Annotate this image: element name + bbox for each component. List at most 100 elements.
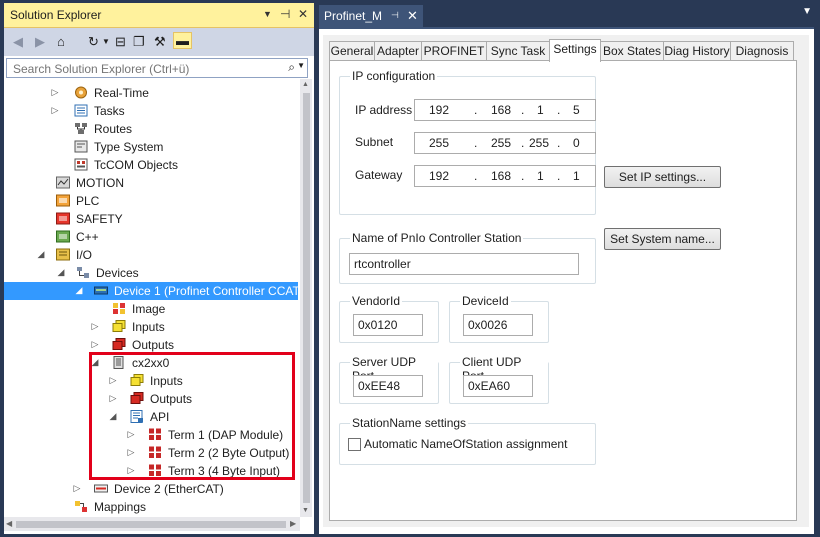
vertical-scrollbar[interactable]: ▲ ▼: [300, 79, 312, 517]
sync-icon[interactable]: ↻: [88, 34, 99, 50]
tab-diag-history[interactable]: Diag History: [663, 41, 731, 61]
tree-item-plc[interactable]: PLC: [4, 192, 298, 210]
tab-profinet[interactable]: PROFINET: [421, 41, 487, 61]
document-tab-title: Profinet_M: [324, 9, 383, 23]
image-icon: [113, 303, 125, 314]
tree-item-io[interactable]: ◢ I/O: [4, 246, 298, 264]
set-ip-settings-button[interactable]: Set IP settings...: [604, 166, 721, 188]
ip-octet: 1: [537, 169, 544, 183]
tab-general[interactable]: General: [329, 41, 375, 61]
pin-icon[interactable]: ⊣: [280, 7, 290, 21]
ip-octet: 255: [529, 136, 550, 150]
tab-diagnosis[interactable]: Diagnosis: [730, 41, 794, 61]
tab-box-states[interactable]: Box States: [600, 41, 664, 61]
scroll-down-icon[interactable]: ▼: [302, 507, 309, 514]
client-udp-port-field[interactable]: 0xEA60: [463, 375, 533, 397]
dropdown-icon[interactable]: ▼: [263, 9, 272, 19]
expand-arrow-icon[interactable]: ▷: [50, 87, 60, 98]
auto-name-checkbox[interactable]: [348, 438, 361, 451]
tab-sync-task[interactable]: Sync Task: [486, 41, 550, 61]
tasks-icon: [74, 104, 88, 117]
device-id-field[interactable]: 0x0026: [463, 314, 533, 336]
tree-item-cpp[interactable]: C++: [4, 228, 298, 246]
close-icon[interactable]: ✕: [298, 7, 308, 21]
horizontal-scrollbar[interactable]: ◀ ▶: [4, 517, 300, 531]
vertical-scroll-thumb[interactable]: [303, 93, 310, 503]
tccom-objects-icon: [74, 158, 88, 171]
ip-octet: 255: [429, 136, 450, 150]
expand-arrow-icon[interactable]: ▷: [90, 321, 100, 332]
ip-octet: 5: [573, 103, 580, 117]
tree-item-mappings[interactable]: Mappings: [4, 498, 298, 516]
client-udp-port-group: Client UDP Port 0xEA60: [449, 355, 549, 404]
collapse-arrow-icon[interactable]: ◢: [36, 249, 46, 260]
horizontal-scroll-thumb[interactable]: [16, 521, 286, 528]
tree-item-tccom-objects[interactable]: TcCOM Objects: [4, 156, 298, 174]
document-tab[interactable]: Profinet_M ⊣ ✕: [319, 5, 423, 27]
expand-arrow-icon[interactable]: ▷: [50, 105, 60, 116]
tree-item-label: Real-Time: [94, 86, 149, 100]
outputs-icon: [112, 338, 126, 350]
sync-dropdown-icon[interactable]: ▼: [102, 37, 110, 46]
tree-item-image[interactable]: Image: [4, 300, 298, 318]
motion-icon: [56, 176, 70, 189]
expand-arrow-icon[interactable]: ▷: [72, 483, 82, 494]
show-all-files-icon[interactable]: ❐: [133, 34, 145, 50]
mappings-icon: [75, 501, 87, 512]
solution-explorer-titlebar: Solution Explorer ▼ ⊣ ✕: [4, 3, 314, 28]
back-icon[interactable]: ◀: [13, 34, 23, 50]
tree-item-tasks[interactable]: ▷ Tasks: [4, 102, 298, 120]
tree-item-device-2[interactable]: ▷ Device 2 (EtherCAT): [4, 480, 298, 498]
ip-configuration-title: IP configuration: [350, 69, 438, 83]
home-icon[interactable]: ⌂: [57, 34, 65, 49]
expand-arrow-icon[interactable]: ▷: [90, 339, 100, 350]
subnet-field[interactable]: 255 . 255 . 255 . 0: [414, 132, 596, 154]
ip-octet: 168: [491, 103, 512, 117]
tree-item-device-1[interactable]: ◢ Device 1 (Profinet Controller CCAT): [4, 282, 298, 300]
device-id-title: DeviceId: [460, 294, 511, 308]
set-system-name-button[interactable]: Set System name...: [604, 228, 721, 250]
collapse-all-icon[interactable]: ⊟: [115, 34, 126, 50]
ip-octet: 192: [429, 103, 450, 117]
tab-settings[interactable]: Settings: [549, 39, 601, 62]
tree-item-devices[interactable]: ◢ Devices: [4, 264, 298, 282]
document-menu-icon[interactable]: ▼: [802, 6, 812, 17]
cpp-icon: [56, 230, 70, 243]
document-panel: General Adapter PROFINET Sync Task Setti…: [319, 27, 814, 534]
search-icon[interactable]: ⌕: [288, 60, 295, 75]
properties-icon[interactable]: ⚒: [154, 34, 166, 50]
forward-icon[interactable]: ▶: [35, 34, 45, 50]
tree-item-type-system[interactable]: Type System: [4, 138, 298, 156]
server-udp-port-field[interactable]: 0xEE48: [353, 375, 423, 397]
routes-icon: [75, 123, 87, 134]
tree-item-motion[interactable]: MOTION: [4, 174, 298, 192]
station-name-group: Name of PnIo Controller Station rtcontro…: [339, 231, 596, 284]
pin-icon[interactable]: ⊣: [391, 10, 399, 21]
settings-tab-page: IP configuration IP address 192 . 168 . …: [329, 60, 797, 521]
ip-address-field[interactable]: 192 . 168 . 1 . 5: [414, 99, 596, 121]
ip-octet: 255: [491, 136, 512, 150]
tab-adapter[interactable]: Adapter: [374, 41, 422, 61]
search-options-icon[interactable]: ▼: [297, 61, 305, 70]
tree-item-safety[interactable]: SAFETY: [4, 210, 298, 228]
scroll-up-icon[interactable]: ▲: [302, 81, 309, 88]
station-name-input[interactable]: rtcontroller: [349, 253, 579, 275]
safety-icon: [56, 212, 70, 225]
gateway-field[interactable]: 192 . 168 . 1 . 1: [414, 165, 596, 187]
vendor-id-group: VendorId 0x0120: [339, 294, 439, 343]
scroll-right-icon[interactable]: ▶: [290, 519, 296, 528]
preview-icon[interactable]: ▬: [173, 32, 192, 49]
collapse-arrow-icon[interactable]: ◢: [74, 285, 84, 296]
gateway-label: Gateway: [355, 168, 403, 182]
solution-explorer-title: Solution Explorer: [10, 8, 102, 22]
collapse-arrow-icon[interactable]: ◢: [56, 267, 66, 278]
tree-item-inputs[interactable]: ▷ Inputs: [4, 318, 298, 336]
search-box[interactable]: ⌕ ▼: [6, 58, 308, 78]
close-tab-icon[interactable]: ✕: [407, 8, 418, 24]
server-udp-port-value: 0xEE48: [358, 379, 401, 393]
tree-item-routes[interactable]: Routes: [4, 120, 298, 138]
vendor-id-field[interactable]: 0x0120: [353, 314, 423, 336]
tree-item-real-time[interactable]: ▷ Real-Time: [4, 84, 298, 102]
scroll-left-icon[interactable]: ◀: [6, 519, 12, 528]
search-input[interactable]: [11, 60, 285, 77]
